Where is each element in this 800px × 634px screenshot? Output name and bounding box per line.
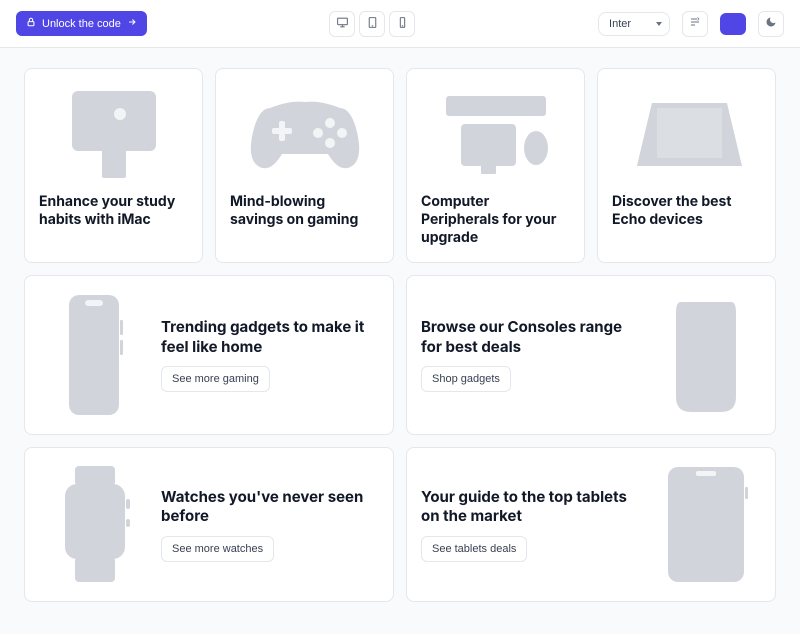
card-consoles[interactable]: Browse our Consoles range for best deals…	[406, 275, 776, 435]
content-area: Enhance your study habits with iMac Mind…	[0, 48, 800, 634]
card-title: Computer Peripherals for your upgrade	[421, 193, 570, 248]
accent-color-picker[interactable]	[720, 13, 746, 35]
mobile-preview-button[interactable]	[389, 11, 415, 37]
card-title: Discover the best Echo devices	[612, 193, 761, 229]
card-title: Your guide to the top tablets on the mar…	[421, 487, 639, 526]
echo-device-icon	[612, 83, 761, 183]
card-title: Enhance your study habits with iMac	[39, 193, 188, 229]
desktop-icon	[336, 16, 349, 32]
card-peripherals[interactable]: Computer Peripherals for your upgrade	[406, 68, 585, 263]
mobile-icon	[396, 16, 409, 32]
arrow-right-icon	[127, 17, 137, 30]
card-trending-gadgets[interactable]: Trending gadgets to make it feel like ho…	[24, 275, 394, 435]
card-title: Mind-blowing savings on gaming	[230, 193, 379, 229]
moon-icon	[765, 16, 777, 31]
see-tablets-deals-button[interactable]: See tablets deals	[421, 536, 527, 562]
card-title: Trending gadgets to make it feel like ho…	[161, 317, 379, 356]
see-more-watches-button[interactable]: See more watches	[161, 536, 274, 562]
tablet-icon	[366, 16, 379, 32]
cards-row-2: Trending gadgets to make it feel like ho…	[24, 275, 776, 435]
desktop-preview-button[interactable]	[329, 11, 355, 37]
card-title: Browse our Consoles range for best deals	[421, 317, 639, 356]
card-title: Watches you've never seen before	[161, 487, 379, 526]
card-gaming[interactable]: Mind-blowing savings on gaming	[215, 68, 394, 263]
font-select[interactable]: Inter	[598, 12, 670, 36]
console-icon	[651, 290, 761, 420]
tablet-device-icon	[651, 462, 761, 587]
lock-icon	[26, 17, 36, 30]
shop-gadgets-button[interactable]: Shop gadgets	[421, 366, 511, 392]
imac-icon	[39, 83, 188, 183]
unlock-code-button[interactable]: Unlock the code	[16, 11, 147, 36]
watch-icon	[39, 462, 149, 587]
tablet-preview-button[interactable]	[359, 11, 385, 37]
font-select-wrap: Inter	[598, 11, 670, 36]
peripherals-icon	[421, 83, 570, 183]
cards-row-3: Watches you've never seen before See mor…	[24, 447, 776, 602]
cards-row-1: Enhance your study habits with iMac Mind…	[24, 68, 776, 263]
card-echo[interactable]: Discover the best Echo devices	[597, 68, 776, 263]
card-watches[interactable]: Watches you've never seen before See mor…	[24, 447, 394, 602]
theme-toggle-button[interactable]	[758, 11, 784, 37]
rtl-icon	[689, 16, 701, 31]
card-tablets[interactable]: Your guide to the top tablets on the mar…	[406, 447, 776, 602]
device-preview-group	[329, 11, 415, 37]
see-more-gaming-button[interactable]: See more gaming	[161, 366, 270, 392]
card-imac[interactable]: Enhance your study habits with iMac	[24, 68, 203, 263]
rtl-toggle-button[interactable]	[682, 11, 708, 37]
phone-icon	[39, 290, 149, 420]
controller-icon	[230, 83, 379, 183]
unlock-code-label: Unlock the code	[42, 18, 121, 30]
topbar: Unlock the code Inter	[0, 0, 800, 48]
